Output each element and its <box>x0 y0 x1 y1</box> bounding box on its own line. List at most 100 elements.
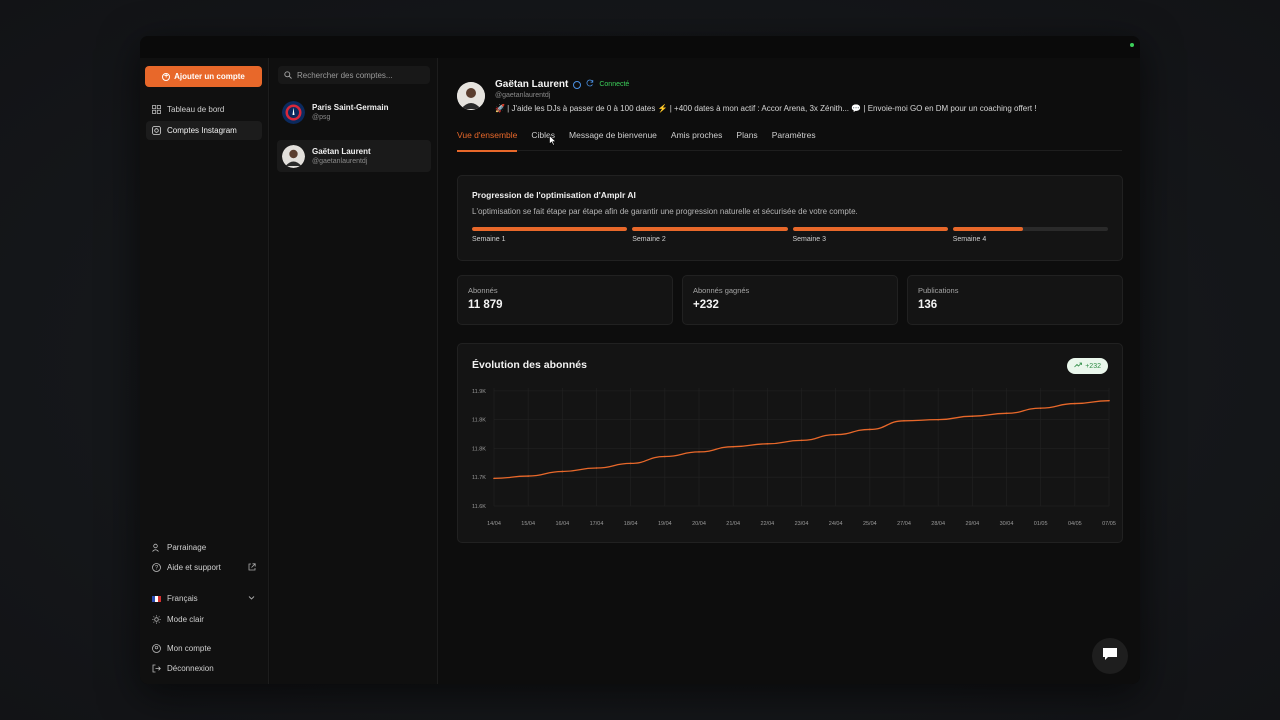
optimization-progress-card: Progression de l'optimisation d'Amplr AI… <box>457 175 1123 261</box>
x-tick-label: 22/04 <box>760 521 774 527</box>
stat-value: +232 <box>693 299 719 311</box>
x-tick-label: 14/04 <box>487 521 501 527</box>
week-fill <box>792 227 948 231</box>
followers-chart-card: Évolution des abonnés +232 11.9K 11.8K 11.… <box>457 343 1123 543</box>
y-tick-label: 11.8K <box>472 446 486 452</box>
profile-bio: 🚀 | J'aide les DJs à passer de 0 à 100 d… <box>495 104 1037 113</box>
account-search <box>278 66 430 84</box>
add-account-button[interactable]: + Ajouter un compte <box>145 66 262 87</box>
refresh-icon[interactable] <box>586 79 594 90</box>
account-handle: @gaetanlaurentdj <box>312 158 368 165</box>
search-icon <box>284 66 292 84</box>
week-progress: Semaine 2 <box>632 227 788 243</box>
data-point <box>834 433 837 436</box>
data-point <box>971 415 974 418</box>
help-icon: ? <box>152 563 161 572</box>
psg-logo-avatar <box>282 100 305 124</box>
theme-toggle[interactable]: Mode clair <box>146 610 262 629</box>
logout-button[interactable]: Déconnexion <box>146 659 262 678</box>
y-tick-label: 11.6K <box>472 504 486 510</box>
sidebar-item-label: Mon compte <box>167 644 212 653</box>
x-tick-label: 25/04 <box>863 521 877 527</box>
data-point <box>766 443 769 445</box>
sidebar-item-label: Parrainage <box>167 543 207 552</box>
data-point <box>561 470 564 473</box>
accounts-panel: Paris Saint-Germain @psg Gaëtan Laurent @g… <box>270 58 438 684</box>
main-content: Gaëtan Laurent Connecté @gaetanlaurentdj… <box>439 58 1140 684</box>
account-handle: @psg <box>312 114 331 121</box>
sidebar-item-label: Aide et support <box>167 563 221 572</box>
account-item-gaetan[interactable]: Gaëtan Laurent @gaetanlaurentdj <box>277 140 431 172</box>
sidebar-item-dashboard[interactable]: Tableau de bord <box>146 100 262 119</box>
user-avatar <box>282 144 305 168</box>
sidebar-item-label: Déconnexion <box>167 664 214 673</box>
progress-description: L'optimisation se fait étape par étape a… <box>472 207 858 216</box>
stat-label: Publications <box>918 286 959 295</box>
tab-settings[interactable]: Paramètres <box>772 128 816 151</box>
sidebar-item-instagram-accounts[interactable]: Comptes Instagram <box>146 121 262 140</box>
data-point <box>1074 402 1076 405</box>
account-item-psg[interactable]: Paris Saint-Germain @psg <box>277 96 431 128</box>
y-tick-label: 11.7K <box>472 475 486 481</box>
x-tick-label: 18/04 <box>624 521 638 527</box>
sidebar-item-label: Mode clair <box>167 615 204 624</box>
svg-text:?: ? <box>155 566 159 572</box>
add-account-label: Ajouter un compte <box>174 72 245 81</box>
data-point <box>937 418 939 421</box>
x-tick-label: 29/04 <box>965 521 979 527</box>
x-tick-label: 17/04 <box>590 521 604 527</box>
chat-icon <box>1102 647 1118 666</box>
sidebar-item-label: Tableau de bord <box>167 105 225 114</box>
y-tick-label: 11.8K <box>472 418 486 424</box>
profile-name: Gaëtan Laurent <box>495 79 569 90</box>
sidebar-item-my-account[interactable]: Mon compte <box>146 639 262 658</box>
week-progress: Semaine 4 <box>952 227 1108 243</box>
account-name: Paris Saint-Germain <box>312 103 389 112</box>
tab-overview[interactable]: Vue d'ensemble <box>457 128 518 152</box>
sidebar-item-referral[interactable]: Parrainage <box>146 538 262 557</box>
x-tick-label: 27/04 <box>897 521 911 527</box>
user-icon <box>152 644 161 653</box>
data-point <box>595 467 598 469</box>
tab-plans[interactable]: Plans <box>736 128 757 151</box>
flag-fr-icon <box>152 594 161 603</box>
stat-card-followers: Abonnés 11 879 <box>457 275 673 325</box>
plus-icon: + <box>162 72 171 81</box>
stat-value: 11 879 <box>468 299 503 311</box>
week-fill <box>632 227 788 231</box>
x-tick-label: 07/05 <box>1102 521 1116 527</box>
week-label: Semaine 4 <box>952 236 987 243</box>
tab-close-friends[interactable]: Amis proches <box>671 128 723 151</box>
search-input[interactable] <box>297 70 427 80</box>
instagram-icon <box>152 126 161 135</box>
sun-icon <box>152 615 161 624</box>
language-label: Français <box>167 594 198 603</box>
data-point <box>1005 412 1008 415</box>
chat-support-button[interactable] <box>1092 638 1128 674</box>
x-tick-label: 20/04 <box>692 521 706 527</box>
tab-welcome-message[interactable]: Message de bienvenue <box>569 128 657 151</box>
language-selector[interactable]: Français <box>146 589 262 608</box>
week-progress: Semaine 3 <box>792 227 948 243</box>
stat-value: 136 <box>918 299 938 311</box>
x-tick-label: 01/05 <box>1034 521 1048 527</box>
mouse-cursor <box>549 135 557 146</box>
x-tick-label: 15/04 <box>521 521 535 527</box>
data-point <box>800 439 803 442</box>
sidebar-item-help[interactable]: ? Aide et support <box>146 558 262 577</box>
data-point <box>903 420 905 422</box>
profile-header: Gaëtan Laurent Connecté <box>495 79 629 90</box>
data-point <box>732 445 734 448</box>
users-icon <box>152 543 161 552</box>
week-label: Semaine 2 <box>632 236 666 243</box>
title-bar <box>140 36 1140 58</box>
verified-icon <box>573 80 582 89</box>
x-tick-label: 21/04 <box>726 521 740 527</box>
y-tick-label: 11.9K <box>472 389 486 395</box>
week-progress: Semaine 1 <box>472 227 628 243</box>
week-fill <box>472 227 628 231</box>
week-label: Semaine 3 <box>792 236 826 243</box>
app-window: + Ajouter un compte Tableau de bord Comp… <box>140 36 1140 684</box>
data-point <box>1108 399 1110 402</box>
data-point <box>493 477 495 480</box>
